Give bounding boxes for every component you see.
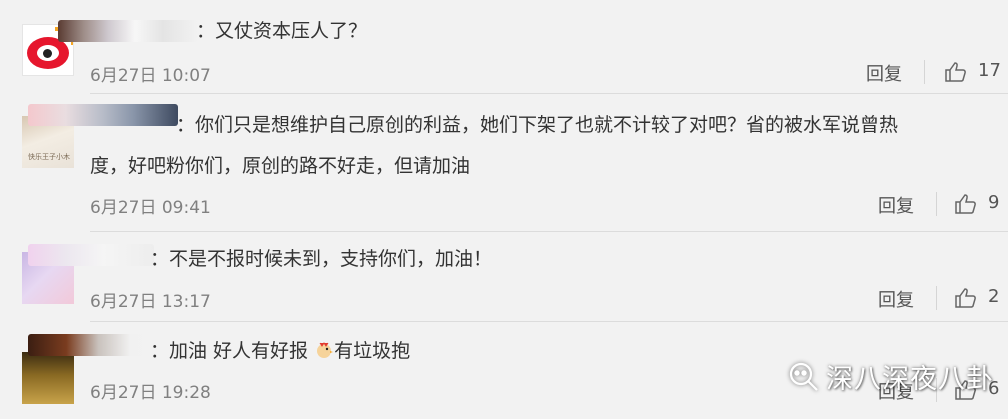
like-count: 9 [988, 192, 1000, 213]
username-redacted[interactable] [28, 244, 154, 266]
comment-time: 6月27日 10:07 [90, 66, 211, 86]
comment-text-part: 有垃圾抱 [334, 340, 411, 362]
chicken-emoji [317, 342, 334, 358]
username-redacted[interactable] [58, 20, 198, 42]
like-count: 2 [988, 286, 1000, 307]
avatar[interactable] [22, 352, 74, 404]
divider [936, 286, 937, 310]
reply-button[interactable]: 回复 [878, 192, 914, 218]
thumbs-up-icon[interactable] [954, 192, 978, 216]
divider [924, 60, 925, 84]
like-count: 17 [978, 60, 1001, 81]
divider [936, 192, 937, 216]
comment-text: ：加油 好人有好报 有垃圾抱 [150, 334, 410, 368]
comment-item: 快乐王子小木 ：你们只是想维护自己原创的利益，她们下架了也就不计较了对吧？省的被… [0, 94, 1008, 230]
username-redacted[interactable] [28, 334, 156, 356]
thumbs-up-icon[interactable] [954, 286, 978, 310]
comment-time: 6月27日 19:28 [90, 383, 211, 403]
comment-text: 度，好吧粉你们，原创的路不好走，但请加油 [90, 155, 471, 177]
comment-text: ：不是不报时候未到，支持你们，加油！ [150, 248, 493, 270]
comment-time: 6月27日 09:41 [90, 198, 211, 218]
comment-text: ：又仗资本压人了？ [196, 20, 368, 42]
wechat-search-icon [789, 362, 818, 391]
comment-item: ：又仗资本压人了？ 6月27日 10:07 回复 17 [0, 0, 1008, 92]
username-redacted[interactable] [28, 104, 178, 126]
reply-button[interactable]: 回复 [878, 286, 914, 312]
watermark-text: 深八深夜八卦 [826, 364, 994, 395]
reply-button[interactable]: 回复 [866, 60, 902, 86]
comment-item: ：不是不报时候未到，支持你们，加油！ 6月27日 13:17 回复 2 [0, 232, 1008, 320]
comment-text-part: ：加油 好人有好报 [150, 340, 315, 362]
avatar-caption: 快乐王子小木 [28, 153, 70, 161]
comment-text: ：你们只是想维护自己原创的利益，她们下架了也就不计较了对吧？省的被水军说曾热 [176, 114, 899, 136]
thumbs-up-icon[interactable] [944, 60, 968, 84]
comment-time: 6月27日 13:17 [90, 292, 211, 312]
